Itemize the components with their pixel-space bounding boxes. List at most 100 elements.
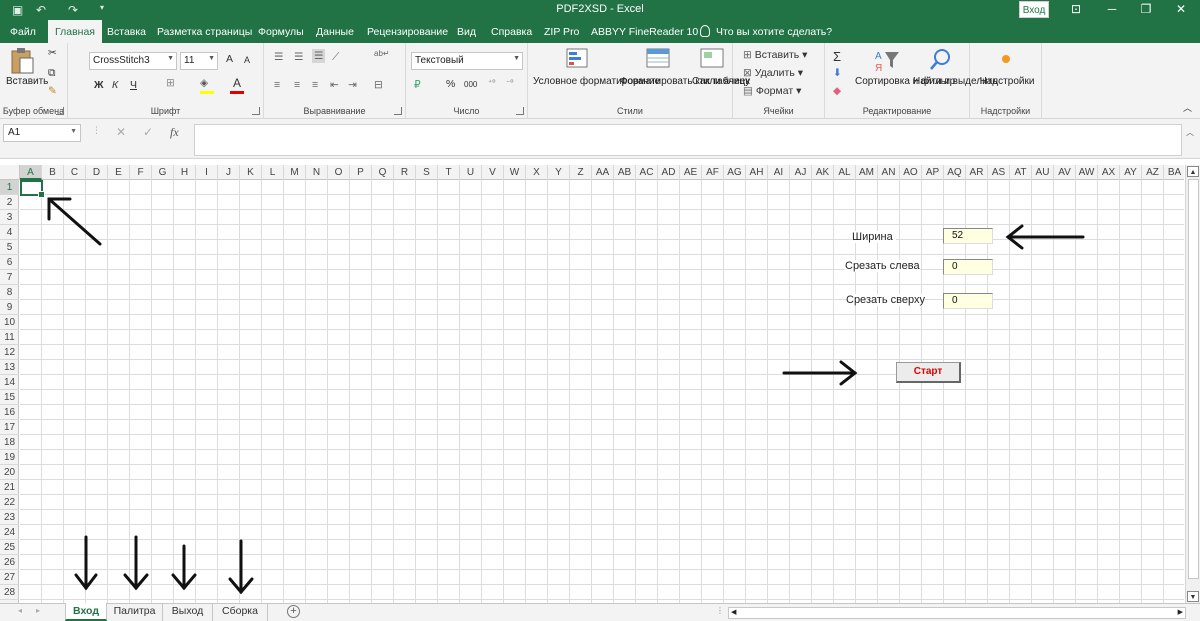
underline-button[interactable]: Ч bbox=[130, 79, 137, 91]
insert-function-button[interactable]: fx bbox=[170, 125, 179, 140]
sort-filter-icon[interactable]: А Я bbox=[873, 48, 901, 74]
vertical-scroll-thumb[interactable] bbox=[1188, 179, 1199, 579]
align-right-icon[interactable]: ≡ bbox=[312, 79, 318, 91]
number-format-value: Текстовый bbox=[415, 55, 464, 66]
fill-icon[interactable]: ⬇ bbox=[833, 67, 842, 79]
close-icon[interactable]: ✕ bbox=[1168, 0, 1194, 20]
next-sheet-icon[interactable]: ▸ bbox=[36, 606, 40, 615]
insert-cells-button[interactable]: ⊞ Вставить ▾ bbox=[743, 49, 807, 61]
sheet-tab-output[interactable]: Выход bbox=[163, 603, 213, 621]
delete-cells-button[interactable]: ⊠ Удалить ▾ bbox=[743, 67, 803, 79]
addins-button[interactable]: Надстройки bbox=[978, 76, 1036, 88]
addins-icon[interactable] bbox=[1002, 55, 1010, 63]
conditional-formatting-button[interactable]: Условное форматирование bbox=[533, 76, 660, 88]
tab-formulas[interactable]: Формулы bbox=[258, 26, 304, 38]
tab-help[interactable]: Справка bbox=[491, 26, 532, 38]
borders-icon[interactable]: ⊞ bbox=[166, 77, 175, 89]
sort-filter-button[interactable]: Сортировка и фильтр bbox=[855, 76, 955, 88]
wrap-text-icon[interactable]: ab↵ bbox=[374, 49, 390, 58]
alignment-launcher-icon[interactable] bbox=[394, 107, 402, 115]
arrow-to-width-input bbox=[1005, 224, 1085, 250]
autosum-button[interactable]: Σ bbox=[833, 49, 841, 64]
cell-styles-button[interactable]: Стили ячеек bbox=[692, 76, 750, 88]
paste-button[interactable]: Вставить bbox=[6, 76, 48, 88]
increase-decimal-icon[interactable]: ⁺⁰ bbox=[488, 78, 495, 87]
thousands-button[interactable]: 000 bbox=[464, 80, 477, 89]
worksheet-grid: A B C D E F G H I J K L M N O P Q R S T U V W X Y Z AA AB AC AD AE AF AG… bbox=[0, 165, 1184, 603]
more-options-icon[interactable]: ⋮ bbox=[92, 125, 101, 136]
sheet-tab-input[interactable]: Вход bbox=[65, 603, 107, 621]
number-launcher-icon[interactable] bbox=[516, 107, 524, 115]
paste-icon[interactable] bbox=[10, 47, 34, 75]
name-box[interactable]: A1 ▼ bbox=[3, 124, 81, 142]
tab-page-layout[interactable]: Разметка страницы bbox=[157, 26, 252, 38]
percent-button[interactable]: % bbox=[446, 78, 455, 90]
expand-formula-bar-icon[interactable]: ︿ bbox=[1186, 127, 1194, 138]
vertical-scrollbar[interactable]: ▲ ▼ bbox=[1185, 165, 1200, 603]
font-size-combo[interactable]: 11 ▼ bbox=[180, 52, 218, 70]
clear-icon[interactable]: ◆ bbox=[833, 85, 841, 97]
grow-font-button[interactable]: A bbox=[226, 53, 233, 65]
copy-icon[interactable]: ⧉ bbox=[48, 67, 56, 80]
decrease-decimal-icon[interactable]: ⁻⁰ bbox=[506, 78, 513, 87]
merge-cells-icon[interactable]: ⊟ bbox=[374, 79, 383, 91]
tab-data[interactable]: Данные bbox=[316, 26, 354, 38]
align-center-icon[interactable]: ≡ bbox=[294, 79, 300, 91]
sign-in-button[interactable]: Вход bbox=[1019, 1, 1049, 18]
add-sheet-button[interactable]: + bbox=[287, 605, 300, 618]
orientation-icon[interactable]: ⟋ bbox=[332, 51, 339, 64]
format-as-table-button[interactable]: Форматировать как таблицу bbox=[620, 76, 750, 88]
tab-abbyy[interactable]: ABBYY FineReader 10 bbox=[591, 26, 698, 38]
tab-home[interactable]: Главная bbox=[48, 20, 102, 43]
tab-insert[interactable]: Вставка bbox=[107, 26, 146, 38]
italic-button[interactable]: К bbox=[112, 79, 118, 91]
formula-input[interactable] bbox=[194, 124, 1182, 156]
scroll-down-icon[interactable]: ▼ bbox=[1187, 591, 1199, 602]
font-color-button[interactable]: A bbox=[233, 76, 241, 90]
scroll-right-icon[interactable]: ▶ bbox=[1178, 608, 1183, 616]
horizontal-scrollbar[interactable]: ◀ ▶ bbox=[728, 607, 1186, 619]
cell-styles-icon[interactable] bbox=[700, 47, 726, 71]
name-box-value: A1 bbox=[8, 127, 21, 138]
increase-indent-icon[interactable]: ⇥ bbox=[348, 79, 357, 91]
accounting-format-icon[interactable]: ₽ bbox=[414, 79, 421, 91]
decrease-indent-icon[interactable]: ⇤ bbox=[330, 79, 339, 91]
tab-file[interactable]: Файл bbox=[10, 26, 36, 38]
tab-view[interactable]: Вид bbox=[457, 26, 476, 38]
tab-review[interactable]: Рецензирование bbox=[367, 26, 448, 38]
collapse-ribbon-icon[interactable]: ︿ bbox=[1183, 101, 1192, 114]
find-select-icon[interactable] bbox=[929, 48, 953, 72]
bold-button[interactable]: Ж bbox=[94, 79, 104, 91]
font-name-value: CrossStitch3 bbox=[93, 55, 150, 66]
align-bottom-icon[interactable]: ☰ bbox=[312, 49, 326, 63]
ribbon-display-icon[interactable]: ⊡ bbox=[1063, 0, 1089, 20]
prev-sheet-icon[interactable]: ◂ bbox=[18, 606, 22, 615]
tab-zip-pro[interactable]: ZIP Pro bbox=[544, 26, 579, 38]
align-top-icon[interactable]: ☰ bbox=[274, 51, 283, 63]
sheet-tab-palette[interactable]: Палитра bbox=[107, 603, 163, 621]
font-launcher-icon[interactable] bbox=[252, 107, 260, 115]
cut-icon[interactable]: ✂ bbox=[48, 47, 57, 59]
format-painter-icon[interactable]: ✎ bbox=[48, 85, 57, 97]
scroll-up-icon[interactable]: ▲ bbox=[1187, 166, 1199, 177]
format-as-table-icon[interactable] bbox=[646, 47, 672, 71]
scroll-left-icon[interactable]: ◀ bbox=[731, 608, 736, 616]
find-select-button[interactable]: Найти и выделить bbox=[913, 76, 997, 88]
tell-me-search[interactable]: Что вы хотите сделать? bbox=[700, 25, 832, 38]
cancel-entry-icon[interactable]: ✕ bbox=[116, 125, 126, 139]
minimize-icon[interactable]: ─ bbox=[1099, 0, 1125, 20]
align-middle-icon[interactable]: ☰ bbox=[294, 51, 303, 63]
restore-icon[interactable]: ❐ bbox=[1133, 0, 1159, 20]
clipboard-launcher-icon[interactable] bbox=[56, 107, 64, 115]
shrink-font-button[interactable]: A bbox=[244, 55, 250, 65]
enter-entry-icon[interactable]: ✓ bbox=[143, 125, 153, 139]
tab-split-handle-icon[interactable]: ⋮ bbox=[716, 606, 724, 615]
formula-bar: A1 ▼ ⋮ ✕ ✓ fx ︿ bbox=[0, 119, 1200, 159]
align-left-icon[interactable]: ≡ bbox=[274, 79, 280, 91]
font-name-combo[interactable]: CrossStitch3 ▼ bbox=[89, 52, 177, 70]
conditional-formatting-icon[interactable] bbox=[566, 47, 592, 71]
sheet-tab-assembly[interactable]: Сборка bbox=[213, 603, 268, 621]
number-format-combo[interactable]: Текстовый ▼ bbox=[411, 52, 523, 70]
fill-color-icon[interactable]: ◈ bbox=[200, 77, 208, 89]
format-cells-button[interactable]: ▤ Формат ▾ bbox=[743, 85, 801, 97]
